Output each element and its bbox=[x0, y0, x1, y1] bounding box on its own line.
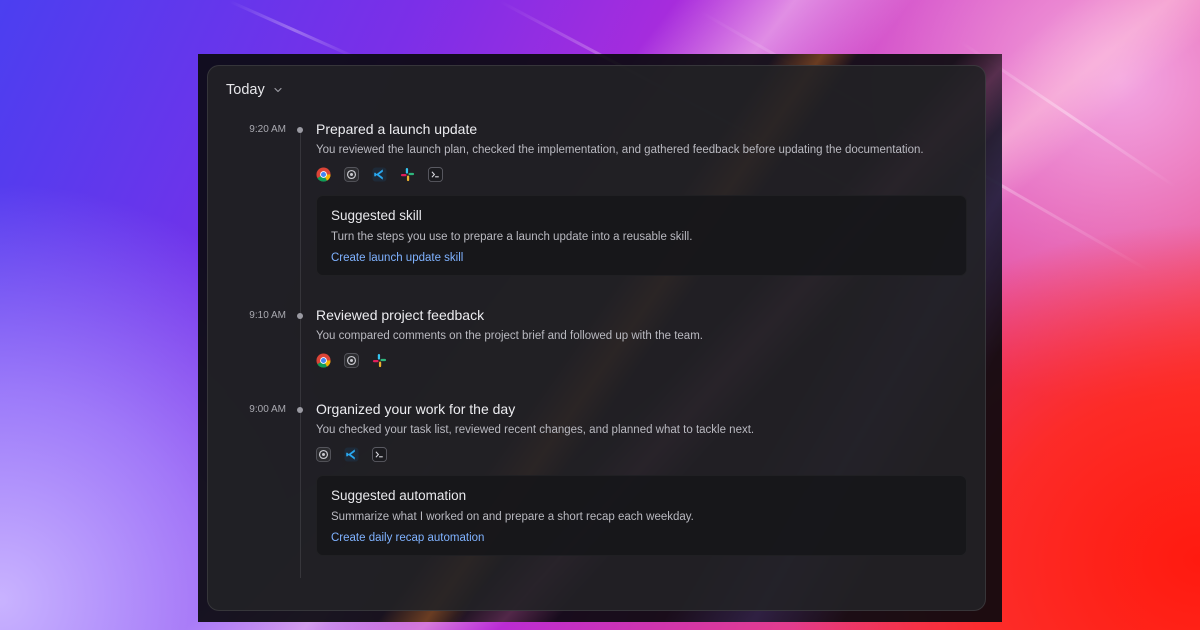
suggested-skill-card: Suggested skill Turn the steps you use t… bbox=[316, 195, 967, 276]
entry-title: Prepared a launch update bbox=[316, 121, 478, 137]
settings-app-icon bbox=[344, 167, 359, 182]
suggested-automation-card: Suggested automation Summarize what I wo… bbox=[316, 475, 967, 556]
terminal-icon bbox=[428, 167, 443, 182]
date-filter-label: Today bbox=[226, 82, 265, 98]
timeline-dot bbox=[297, 407, 303, 413]
activity-panel: Today 9:20 AM Prepared a launch update Y… bbox=[207, 65, 986, 611]
slack-icon bbox=[372, 353, 387, 368]
create-daily-recap-automation-link[interactable]: Create daily recap automation bbox=[331, 532, 484, 544]
chrome-icon bbox=[316, 353, 331, 368]
entry-app-icons bbox=[316, 447, 387, 462]
card-description: Turn the steps you use to prepare a laun… bbox=[331, 231, 693, 243]
vscode-icon bbox=[344, 447, 359, 462]
card-title: Suggested automation bbox=[331, 488, 467, 503]
card-description: Summarize what I worked on and prepare a… bbox=[331, 511, 694, 523]
date-filter-dropdown[interactable]: Today bbox=[226, 82, 283, 98]
entry-app-icons bbox=[316, 167, 443, 182]
entry-title: Reviewed project feedback bbox=[316, 307, 485, 323]
entry-description: You compared comments on the project bri… bbox=[316, 330, 703, 342]
background-streak bbox=[229, 0, 359, 60]
card-title: Suggested skill bbox=[331, 208, 422, 223]
timeline-dot bbox=[297, 313, 303, 319]
create-launch-update-skill-link[interactable]: Create launch update skill bbox=[331, 252, 463, 264]
slack-icon bbox=[400, 167, 415, 182]
vscode-icon bbox=[372, 167, 387, 182]
chevron-down-icon bbox=[274, 87, 282, 93]
timeline-line bbox=[300, 128, 301, 578]
entry-app-icons bbox=[316, 353, 387, 368]
entry-time: 9:00 AM bbox=[249, 404, 286, 415]
entry-time: 9:10 AM bbox=[249, 310, 286, 321]
entry-title: Organized your work for the day bbox=[316, 401, 516, 417]
entry-time: 9:20 AM bbox=[249, 124, 286, 135]
settings-app-icon bbox=[344, 353, 359, 368]
settings-app-icon bbox=[316, 447, 331, 462]
entry-description: You reviewed the launch plan, checked th… bbox=[316, 144, 924, 156]
terminal-icon bbox=[372, 447, 387, 462]
chrome-icon bbox=[316, 167, 331, 182]
timeline-dot bbox=[297, 127, 303, 133]
entry-description: You checked your task list, reviewed rec… bbox=[316, 424, 755, 436]
